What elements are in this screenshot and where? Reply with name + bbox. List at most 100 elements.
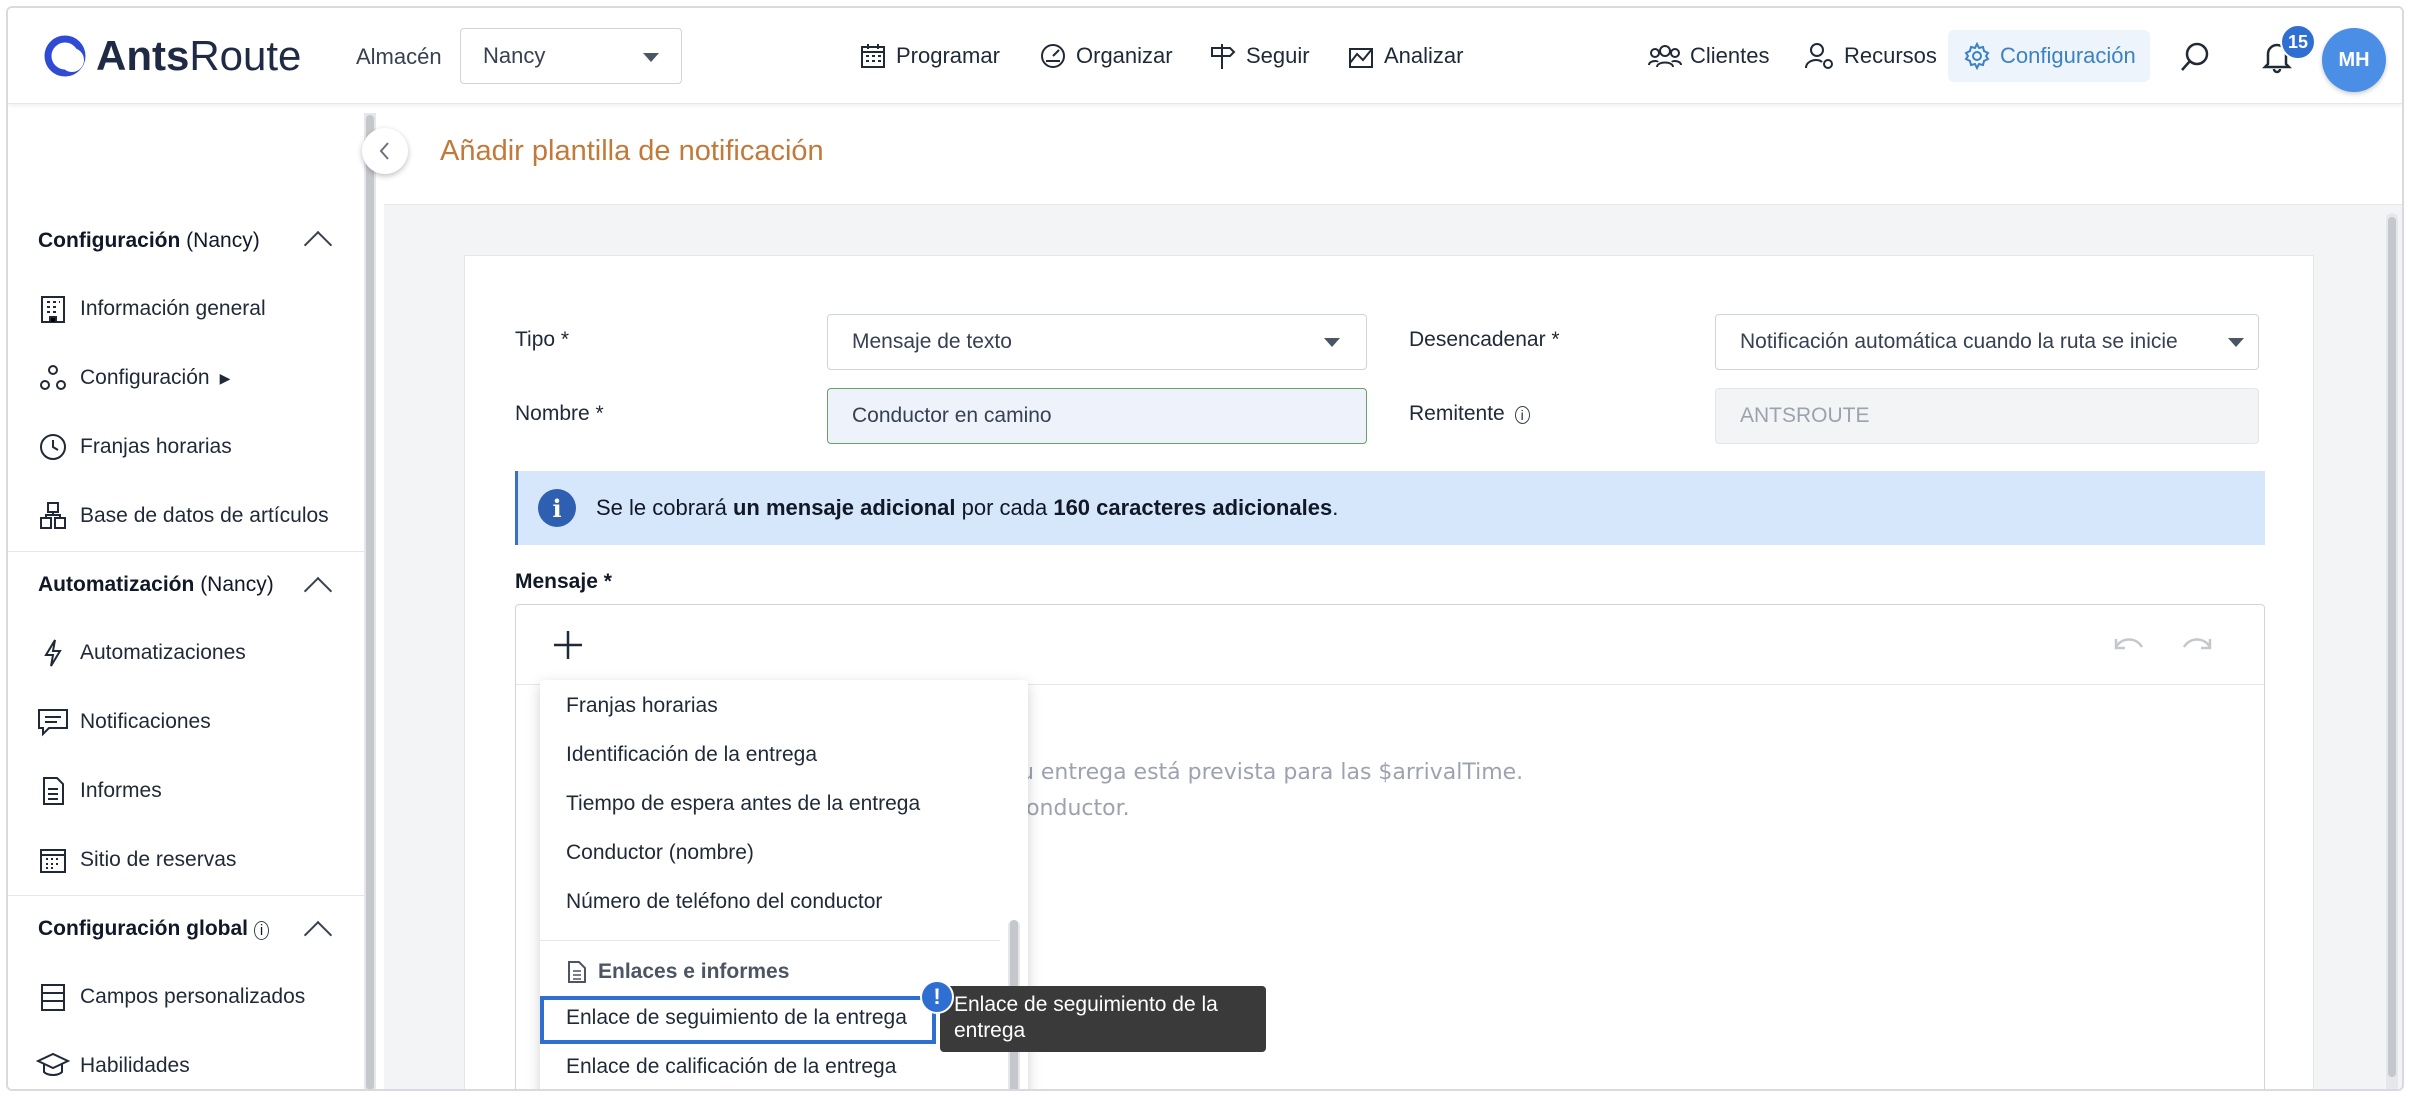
main-scrollbar[interactable] — [2386, 213, 2398, 1089]
avatar[interactable]: MH — [2322, 28, 2386, 92]
sidebar-item-campos-personalizados[interactable]: Campos personalizados — [36, 977, 305, 1017]
section-configuracion-global[interactable]: Configuración global i — [38, 917, 270, 941]
message-text[interactable]: Su entrega está prevista para las $arriv… — [1006, 755, 1523, 827]
sidebar-item-notificaciones[interactable]: Notificaciones — [36, 702, 211, 742]
desencadenar-label: Desencadenar * — [1409, 328, 1560, 351]
chevron-left-icon — [379, 142, 389, 160]
list-icon — [41, 984, 65, 1011]
info-icon: i — [1514, 406, 1530, 424]
nav-label: Programar — [896, 43, 1000, 68]
notification-badge: 15 — [2280, 24, 2316, 60]
tooltip: Enlace de seguimiento de la entrega — [940, 986, 1266, 1052]
nav-label: Clientes — [1690, 43, 1770, 68]
nav-recursos[interactable]: Recursos — [1804, 38, 1937, 74]
page-header: Añadir plantilla de notificación — [384, 105, 2402, 205]
chart-icon — [1349, 48, 1373, 68]
dropdown-item[interactable]: Conductor (nombre) — [566, 841, 754, 865]
info-banner: i Se le cobrará un mensaje adicional por… — [515, 471, 2265, 545]
section-configuracion[interactable]: Configuración (Nancy) — [38, 229, 260, 253]
calendar-icon — [40, 849, 66, 873]
sidebar-scrollbar[interactable] — [364, 113, 376, 1089]
warehouse-select[interactable]: Nancy — [460, 28, 682, 84]
gear-icon — [1964, 41, 1990, 71]
sidebar-item-configuracion[interactable]: Configuración ▶ — [36, 358, 230, 398]
sidebar-item-informacion-general[interactable]: Información general — [36, 289, 266, 329]
chevron-up-icon[interactable] — [303, 920, 333, 950]
dropdown-item[interactable]: Identificación de la entrega — [566, 743, 817, 767]
nav-seguir[interactable]: Seguir — [1208, 38, 1310, 74]
nav-label: Configuración — [2000, 43, 2136, 68]
user-gear-icon — [1805, 43, 1833, 69]
sidebar: Configuración (Nancy) Información genera… — [8, 105, 364, 1089]
nav-configuracion[interactable]: Configuración — [1948, 30, 2150, 82]
info-icon: i — [253, 921, 270, 940]
dropdown-item[interactable]: Franjas horarias — [566, 694, 718, 718]
users-icon — [1648, 45, 1682, 68]
logo[interactable]: AntsRoute — [42, 30, 301, 82]
redo-icon[interactable] — [2180, 633, 2214, 657]
chevron-down-icon — [643, 53, 659, 62]
chevron-up-icon[interactable] — [303, 230, 333, 260]
dropdown-item-tracking-link[interactable]: Enlace de seguimiento de la entrega — [566, 1006, 907, 1030]
warehouse-label: Almacén — [356, 44, 442, 69]
clock-icon — [40, 434, 66, 460]
divider — [8, 551, 364, 552]
sidebar-item-habilidades[interactable]: Habilidades — [36, 1046, 190, 1086]
warehouse-value: Nancy — [483, 43, 546, 68]
nodes-icon — [40, 365, 66, 390]
dropdown-item[interactable]: Número de teléfono del conductor — [566, 890, 882, 914]
tipo-select[interactable]: Mensaje de texto — [827, 314, 1367, 370]
boxes-icon — [40, 502, 66, 529]
nombre-label: Nombre * — [515, 402, 604, 425]
undo-icon[interactable] — [2112, 633, 2146, 657]
signpost-icon — [1211, 44, 1236, 69]
calendar-icon — [861, 44, 885, 68]
app-window: AntsRoute Almacén Nancy Programar Organi… — [6, 6, 2404, 1091]
sidebar-item-base-datos[interactable]: Base de datos de artículos — [36, 496, 329, 536]
alert-icon: ! — [920, 980, 954, 1014]
chevron-down-icon — [1324, 338, 1340, 347]
plus-icon[interactable] — [552, 629, 584, 661]
dropdown-item-rating-link[interactable]: Enlace de calificación de la entrega — [566, 1055, 896, 1079]
building-icon — [41, 296, 65, 323]
nav-analizar[interactable]: Analizar — [1346, 38, 1463, 74]
search-icon[interactable] — [2178, 40, 2212, 74]
nav-label: Recursos — [1844, 43, 1937, 68]
caret-right-icon: ▶ — [219, 369, 231, 386]
divider — [8, 895, 364, 896]
info-text: Se le cobrará un mensaje adicional por c… — [596, 495, 1339, 520]
collapse-sidebar-button[interactable] — [362, 128, 408, 174]
nav-label: Seguir — [1246, 43, 1310, 68]
sidebar-item-automatizaciones[interactable]: Automatizaciones — [36, 633, 246, 673]
nav-label: Organizar — [1076, 43, 1173, 68]
chevron-up-icon[interactable] — [303, 576, 333, 606]
page-title: Añadir plantilla de notificación — [440, 135, 824, 167]
dropdown-group-title: Enlaces e informes — [566, 960, 789, 984]
chevron-down-icon — [2228, 338, 2244, 347]
sidebar-item-franjas-horarias[interactable]: Franjas horarias — [36, 427, 232, 467]
document-icon — [43, 777, 64, 805]
nav-programar[interactable]: Programar — [858, 38, 1000, 74]
logo-icon — [44, 35, 86, 77]
sidebar-item-informes[interactable]: Informes — [36, 771, 162, 811]
nav-organizar[interactable]: Organizar — [1038, 38, 1173, 74]
section-automatizacion[interactable]: Automatización (Nancy) — [38, 573, 274, 597]
gauge-icon — [1041, 44, 1065, 68]
lightning-icon — [44, 639, 62, 667]
nav-clientes[interactable]: Clientes — [1648, 38, 1769, 74]
tipo-label: Tipo * — [515, 328, 570, 351]
top-header: AntsRoute Almacén Nancy Programar Organi… — [8, 8, 2402, 104]
logo-text: AntsRoute — [96, 32, 302, 79]
message-icon — [38, 709, 68, 737]
mensaje-label: Mensaje * — [515, 570, 612, 593]
info-icon: i — [538, 489, 576, 527]
dropdown-item[interactable]: Tiempo de espera antes de la entrega — [566, 792, 920, 816]
divider — [540, 940, 1000, 941]
sidebar-item-sitio-reservas[interactable]: Sitio de reservas — [36, 840, 236, 880]
graduation-cap-icon — [36, 1052, 70, 1076]
remitente-label: Remitente i — [1409, 402, 1530, 426]
remitente-input[interactable]: ANTSROUTE — [1715, 388, 2259, 444]
document-icon — [568, 961, 586, 983]
desencadenar-select[interactable]: Notificación automática cuando la ruta s… — [1715, 314, 2259, 370]
nombre-input[interactable]: Conductor en camino — [827, 388, 1367, 444]
